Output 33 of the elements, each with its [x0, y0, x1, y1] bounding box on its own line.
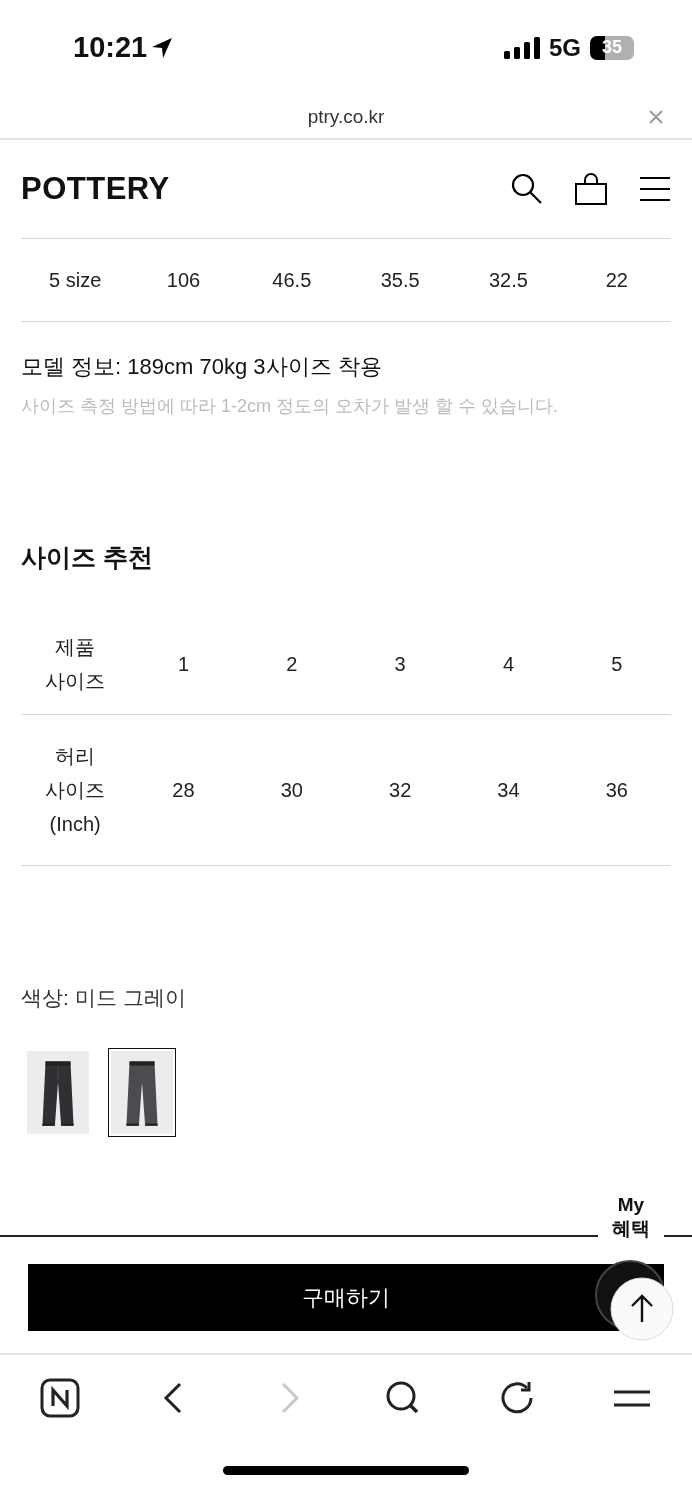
table-cell-text: 3 — [393, 652, 407, 676]
section-title: 사이즈 추천 — [21, 542, 154, 573]
table-cell-text: 22 — [604, 268, 629, 292]
n-logo-icon[interactable] — [40, 1378, 80, 1418]
network-label: 5G — [549, 33, 581, 62]
table-cell-text: 2 — [285, 652, 299, 676]
table-cell-text: 35.5 — [379, 268, 421, 292]
table-cell-text: 5 size — [48, 268, 103, 292]
close-icon[interactable] — [649, 110, 663, 124]
table-cell-text: 46.5 — [271, 268, 313, 292]
size-note-text: 사이즈 측정 방법에 따라 1-2cm 정도의 오차가 발생 할 수 있습니다. — [21, 395, 560, 418]
location-arrow-icon — [151, 36, 174, 59]
table-cell-text: 32 — [388, 778, 413, 802]
table-cell-text: 5 — [610, 652, 624, 676]
shopping-bag-icon[interactable] — [574, 172, 608, 206]
table-cell-text: 32.5 — [488, 268, 529, 292]
signal-icon — [504, 36, 540, 59]
search-icon[interactable] — [510, 172, 544, 206]
table-cell-text: 4 — [501, 652, 516, 676]
table-cell-text: 28 — [171, 778, 196, 802]
table-cell-text: 36 — [604, 778, 629, 802]
row-header: 제품 사이즈 — [44, 635, 107, 694]
color-label: 색상: 미드 그레이 — [21, 985, 187, 1011]
buy-button[interactable]: 구매하기 — [28, 1264, 664, 1331]
table-cell-text: 30 — [279, 778, 304, 802]
table-cell-text: 1 — [176, 652, 191, 676]
model-info-text: 모델 정보: 189cm 70kg 3사이즈 착용 — [21, 353, 383, 381]
table-cell-text: 34 — [496, 778, 521, 802]
table-cell-text: 106 — [165, 268, 202, 292]
row-header: 허리 사이즈 (Inch) — [44, 744, 107, 837]
clock-time: 10:21 — [73, 31, 148, 64]
site-logo[interactable]: POTTERY — [21, 171, 170, 207]
url-text[interactable]: ptry.co.kr — [307, 105, 385, 128]
